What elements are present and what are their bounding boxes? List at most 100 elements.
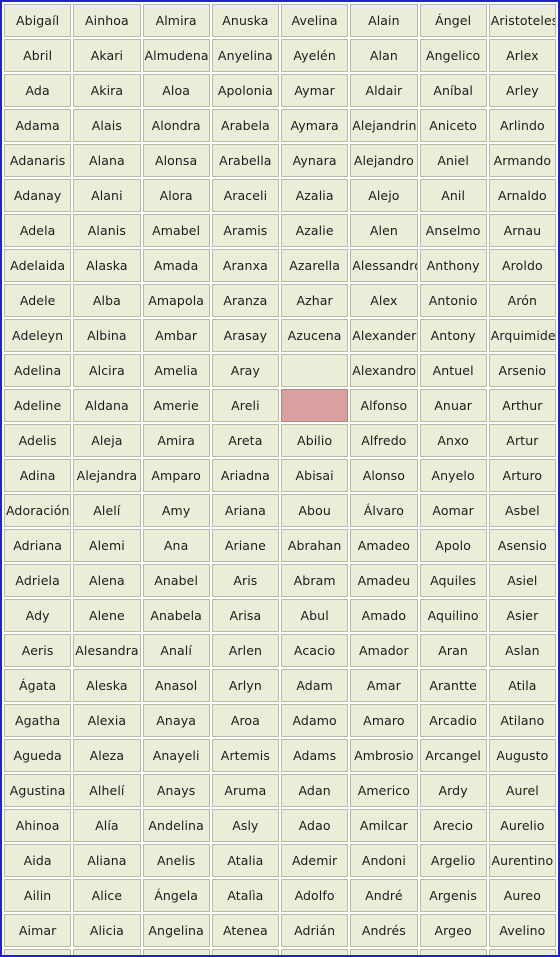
- name-cell[interactable]: Anuska: [211, 4, 279, 37]
- name-cell[interactable]: Arnau: [488, 214, 556, 247]
- name-cell[interactable]: Ariadna: [211, 459, 279, 492]
- name-cell[interactable]: Alfredo: [350, 424, 418, 457]
- name-cell[interactable]: Amapola: [142, 284, 210, 317]
- name-cell[interactable]: Alicia: [73, 914, 141, 947]
- name-cell[interactable]: Adan: [281, 774, 349, 807]
- name-cell[interactable]: Almudena: [142, 39, 210, 72]
- name-cell[interactable]: Ambrosio: [350, 739, 418, 772]
- name-cell[interactable]: Aleja: [73, 424, 141, 457]
- name-cell[interactable]: Alessandro: [350, 249, 418, 282]
- name-cell[interactable]: Anays: [142, 774, 210, 807]
- name-cell[interactable]: Aleza: [73, 739, 141, 772]
- name-cell[interactable]: Amaro: [350, 704, 418, 737]
- name-cell[interactable]: Aroa: [211, 704, 279, 737]
- name-cell[interactable]: Aldair: [350, 74, 418, 107]
- name-cell[interactable]: Ady: [4, 599, 72, 632]
- name-cell[interactable]: Aymar: [281, 74, 349, 107]
- name-cell[interactable]: Azarella: [281, 249, 349, 282]
- name-cell[interactable]: Adriel: [281, 949, 349, 955]
- name-cell[interactable]: Ardy: [419, 774, 487, 807]
- name-cell[interactable]: Aranxa: [211, 249, 279, 282]
- name-cell[interactable]: Adams: [281, 739, 349, 772]
- name-cell[interactable]: Amadeo: [350, 529, 418, 562]
- name-cell[interactable]: Ágata: [4, 669, 72, 702]
- name-cell[interactable]: Abril: [4, 39, 72, 72]
- name-cell[interactable]: Amada: [142, 249, 210, 282]
- name-cell[interactable]: Aomar: [419, 494, 487, 527]
- name-cell[interactable]: Abilio: [281, 424, 349, 457]
- name-cell[interactable]: Abram: [281, 564, 349, 597]
- name-cell[interactable]: Alhelí: [73, 774, 141, 807]
- name-cell[interactable]: Adamo: [281, 704, 349, 737]
- name-cell[interactable]: Areta: [211, 424, 279, 457]
- name-cell[interactable]: Albina: [73, 319, 141, 352]
- name-cell[interactable]: Azalia: [281, 179, 349, 212]
- name-cell[interactable]: Arlindo: [488, 109, 556, 142]
- name-cell[interactable]: Amelia: [142, 354, 210, 387]
- name-cell[interactable]: Argeo: [419, 914, 487, 947]
- name-cell[interactable]: Angelico: [419, 39, 487, 72]
- name-cell[interactable]: Anaya: [142, 704, 210, 737]
- name-cell[interactable]: Anil: [419, 179, 487, 212]
- name-cell[interactable]: Aran: [419, 634, 487, 667]
- name-cell[interactable]: Americo: [350, 774, 418, 807]
- name-cell[interactable]: Alejandro: [350, 144, 418, 177]
- name-cell[interactable]: Alena: [73, 564, 141, 597]
- name-cell[interactable]: Ainhoa: [73, 4, 141, 37]
- name-cell[interactable]: Analí: [142, 634, 210, 667]
- name-cell[interactable]: Anselmo: [419, 214, 487, 247]
- name-cell[interactable]: Arón: [488, 284, 556, 317]
- name-cell[interactable]: Ángel: [419, 4, 487, 37]
- name-cell[interactable]: Adrián: [281, 914, 349, 947]
- name-cell[interactable]: Antonio: [419, 284, 487, 317]
- name-cell[interactable]: Amar: [350, 669, 418, 702]
- name-cell[interactable]: Andrey: [350, 949, 418, 955]
- name-cell[interactable]: Alexander: [350, 319, 418, 352]
- name-cell[interactable]: André: [350, 879, 418, 912]
- name-cell[interactable]: Alexandro: [350, 354, 418, 387]
- name-cell[interactable]: Alanis: [73, 214, 141, 247]
- name-cell[interactable]: Agatha: [4, 704, 72, 737]
- name-cell[interactable]: Anabela: [142, 599, 210, 632]
- name-cell[interactable]: Anasol: [142, 669, 210, 702]
- name-cell[interactable]: Abul: [281, 599, 349, 632]
- name-cell[interactable]: Atila: [488, 669, 556, 702]
- name-cell[interactable]: Anabel: [142, 564, 210, 597]
- name-cell[interactable]: Argelio: [419, 844, 487, 877]
- name-cell[interactable]: Ademir: [281, 844, 349, 877]
- name-cell[interactable]: Ani: [142, 949, 210, 955]
- name-cell[interactable]: Angelina: [142, 914, 210, 947]
- name-cell[interactable]: Adao: [281, 809, 349, 842]
- name-cell[interactable]: Ángela: [142, 879, 210, 912]
- name-cell[interactable]: Arsenio: [488, 354, 556, 387]
- name-cell[interactable]: Adeline: [4, 389, 72, 422]
- name-cell[interactable]: Azucena: [281, 319, 349, 352]
- name-cell[interactable]: Alemi: [73, 529, 141, 562]
- name-cell[interactable]: Álvaro: [350, 494, 418, 527]
- name-cell[interactable]: Aimar: [4, 914, 72, 947]
- name-cell[interactable]: Ahinoa: [4, 809, 72, 842]
- name-cell[interactable]: Aray: [211, 354, 279, 387]
- name-cell[interactable]: Avelino: [488, 914, 556, 947]
- name-cell[interactable]: Aramis: [211, 214, 279, 247]
- name-cell[interactable]: Adriana: [4, 529, 72, 562]
- name-cell[interactable]: Alani: [73, 179, 141, 212]
- name-cell[interactable]: Alana: [73, 144, 141, 177]
- name-cell[interactable]: Artur: [488, 424, 556, 457]
- name-cell[interactable]: Argenis: [419, 879, 487, 912]
- name-cell[interactable]: Arcadio: [419, 704, 487, 737]
- name-cell[interactable]: Adolfo: [281, 879, 349, 912]
- name-cell[interactable]: Aslan: [488, 634, 556, 667]
- name-cell[interactable]: Aida: [4, 844, 72, 877]
- name-cell[interactable]: Arlyn: [211, 669, 279, 702]
- name-cell[interactable]: Andelina: [142, 809, 210, 842]
- name-cell[interactable]: Atlanta: [211, 949, 279, 955]
- name-cell[interactable]: Alejandra: [73, 459, 141, 492]
- name-cell[interactable]: Adama: [4, 109, 72, 142]
- name-cell-highlighted[interactable]: Abelardo: [281, 389, 349, 422]
- name-cell[interactable]: Alene: [73, 599, 141, 632]
- name-cell[interactable]: Arecio: [419, 809, 487, 842]
- name-cell[interactable]: Anthony: [419, 249, 487, 282]
- name-cell[interactable]: Alonsa: [142, 144, 210, 177]
- name-cell[interactable]: Aquilino: [419, 599, 487, 632]
